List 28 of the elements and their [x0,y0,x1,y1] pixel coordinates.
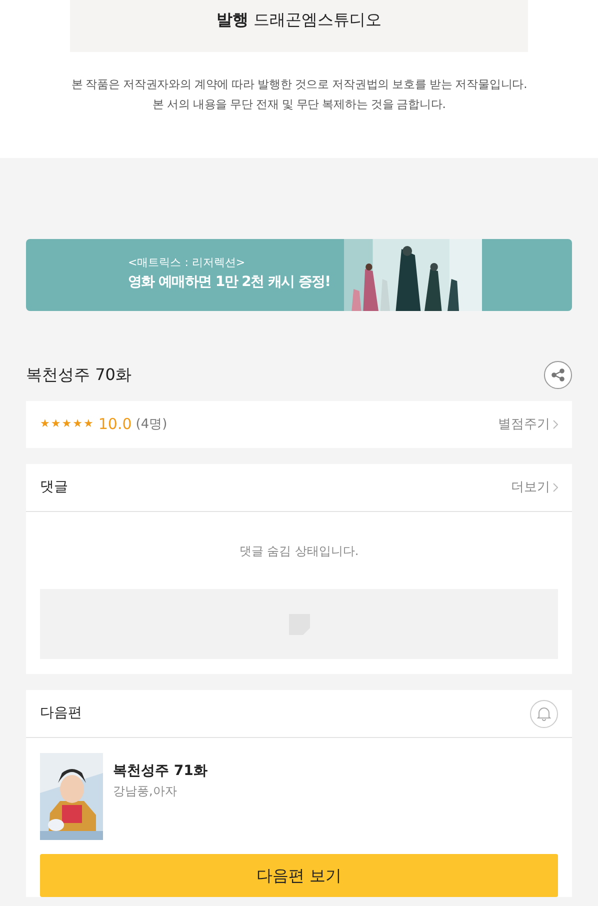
banner-headline: 영화 예매하면 1만 2천 캐시 증정! [128,272,330,292]
next-episode-title: 복천성주 71화 [113,762,208,781]
notice-text: 본 서의 내용을 무단 전재 및 무단 복제하는 것을 금합니다. [152,96,446,113]
section-title: 댓글 [40,478,68,497]
publisher-text: 발행 드래곤엠스튜디오 [216,9,382,31]
rating-score: 10.0 [98,414,132,436]
star-icon: ★ [84,416,94,433]
notice-text: 본 작품은 저작권자와의 계약에 따라 발행한 것으로 저작권법의 보호를 받는 저작물입니다. [70,76,528,93]
section-title: 다음편 [40,704,82,723]
star-icon: ★ [50,416,61,433]
star-icon: ★ [72,416,82,433]
ad-banner[interactable]: <매트릭스 : 리저렉션> 영화 예매하면 1만 2천 캐시 증정! [26,239,572,311]
chevron-icon [553,483,558,492]
rating-count: (4명) [136,416,168,434]
chevron-icon [553,420,558,429]
episode-title: 복천성주 70화 [26,364,132,386]
author-names: 강남풍,아자 [113,783,178,800]
notify-button[interactable] [530,700,558,728]
banner-subtitle: <매트릭스 : 리저렉션> [128,255,246,271]
more-link[interactable]: 더보기 [511,478,558,498]
rate-link[interactable]: 별점주기 [498,414,558,434]
next-episode-button[interactable]: 다음편 보기 [40,854,558,897]
hidden-message: 댓글 숨김 상태입니다. [238,543,360,560]
star-icon: ★ [62,416,72,433]
share-icon [551,368,565,382]
star-icon: ★ [40,416,50,433]
bell-icon [537,706,551,721]
share-button[interactable] [544,361,572,389]
